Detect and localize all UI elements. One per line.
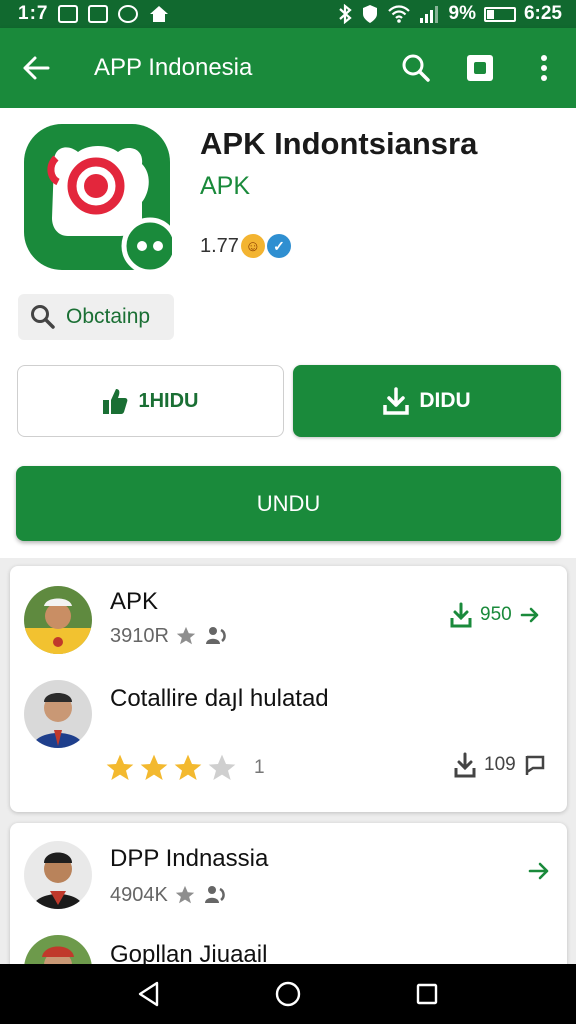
nav-back-icon [139,981,159,1007]
verified-badge-icon: ✓ [266,234,291,258]
search-icon [402,54,430,82]
wide-action-button[interactable]: UNDU [16,466,561,541]
search-icon [31,305,55,329]
rating-value: 1.77 [200,234,239,257]
person-avatar-icon [24,841,92,909]
search-chip-label: Obctainp [66,305,151,328]
bluetooth-icon [338,4,352,24]
smiley-badge-icon: ☺ [240,234,265,258]
nav-back-button[interactable] [119,964,179,1024]
more-vertical-icon [541,55,547,81]
download-count: 950 [480,604,512,625]
star-empty-icon [208,754,236,780]
arrow-right-icon [528,862,549,880]
star-filled-icon [106,754,134,780]
screenshot-icon [467,55,493,81]
list-item-title: DPP Indnassia [110,845,269,872]
battery-percent: 9% [448,3,476,24]
person-avatar-icon [24,586,92,654]
status-left-time: 1:7 [18,3,49,24]
download-count-info[interactable]: 109 [454,752,546,778]
app-bar: APP Indonesia [0,28,576,108]
back-arrow-icon [23,56,50,80]
filled-action-button[interactable]: DIDU [293,365,561,437]
list-item-meta: 4904K [110,883,228,907]
star-icon [176,626,196,645]
nav-recents-button[interactable] [397,964,457,1024]
download-icon [450,602,472,628]
home-notification-icon [150,6,169,22]
signal-icon [419,6,438,23]
app-list-card: APK 3910R 950 Cotallire daյl hulatad 1 1… [10,566,567,812]
outline-button-label: 1HIDU [138,389,199,412]
app-bar-title: APP Indonesia [94,54,253,81]
app-list-card: DPP Indnassia 4904K Gopllan Jiuaail [10,823,567,983]
avatar[interactable] [24,841,92,909]
app-rating: 1.77 ☺ ✓ [200,234,291,258]
search-chip[interactable]: Obctainp [18,294,174,340]
battery-icon [483,6,516,22]
avatar[interactable] [24,680,92,748]
download-count-link[interactable]: 950 [450,602,540,628]
search-button[interactable] [384,28,448,108]
meta-count: 4904K [110,883,168,906]
overflow-menu-button[interactable] [512,28,576,108]
shield-status-icon [362,5,377,23]
star-filled-icon [174,754,202,780]
open-detail-button[interactable] [528,861,550,886]
app-logo-icon [24,124,172,272]
list-item-meta: 3910R [110,624,229,648]
star-icon [175,885,195,904]
screenshot-button[interactable] [448,28,512,108]
arrow-right-icon [520,607,539,623]
thumbs-up-icon [103,389,128,414]
status-clock: 6:25 [523,3,562,24]
messenger-notification-icon [118,5,139,23]
status-bar: 1:7 9% 6:25 [0,0,576,28]
star-count: 1 [254,757,265,778]
image-notification-icon [58,5,79,23]
nav-home-button[interactable] [258,964,318,1024]
wifi-icon [387,5,410,23]
meta-count: 3910R [110,624,169,647]
wide-button-label: UNDU [256,490,321,516]
outline-action-button[interactable]: 1HIDU [17,365,284,437]
list-item-title: Cotallire daյl hulatad [110,685,329,712]
avatar[interactable] [24,586,92,654]
download-icon [383,387,410,415]
back-button[interactable] [0,28,72,108]
app-header-section: APK Indontsiansra APK 1.77 ☺ ✓ Obctainp … [0,108,576,558]
star-filled-icon [140,754,168,780]
list-item-title: APK [110,588,159,615]
filled-button-label: DIDU [419,389,471,412]
refresh-people-icon [204,886,225,903]
download-count: 109 [484,754,516,775]
person-avatar-icon [24,680,92,748]
nav-home-icon [275,981,301,1007]
system-nav-bar [0,964,576,1024]
star-rating: 1 [104,752,265,784]
app-name: APK Indontsiansra [200,126,478,161]
nav-recents-icon [416,983,437,1005]
download-icon [454,752,476,778]
message-notification-icon [88,5,109,23]
flag-icon [525,755,544,775]
refresh-people-icon [205,627,226,644]
app-type: APK [200,172,251,200]
